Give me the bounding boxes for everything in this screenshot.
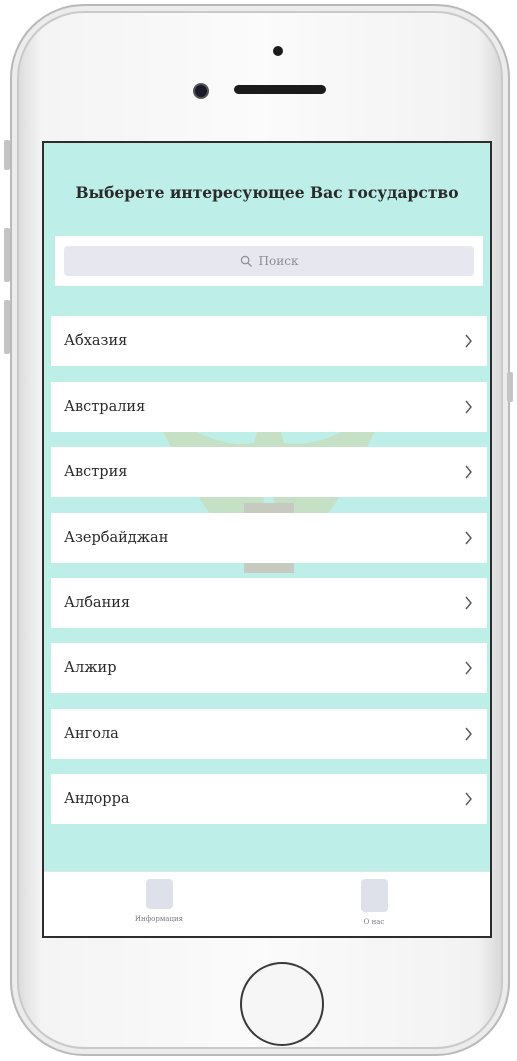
volume-down-button [4, 300, 10, 354]
list-item-label: Абхазия [64, 333, 128, 349]
mute-switch [4, 140, 10, 170]
chevron-right-icon [465, 465, 472, 479]
list-item-label: Алжир [64, 660, 117, 676]
tab-label: Информация [134, 915, 184, 923]
list-item-label: Албания [64, 595, 131, 611]
home-button[interactable] [240, 962, 324, 1046]
page-title: Выберете интересующее Вас государство [75, 183, 459, 202]
list-item[interactable]: Абхазия [51, 316, 487, 366]
list-item[interactable]: Андорра [51, 774, 487, 824]
chevron-right-icon [465, 334, 472, 348]
list-item-label: Андорра [64, 791, 130, 807]
chevron-right-icon [465, 792, 472, 806]
earpiece-speaker [234, 85, 326, 94]
list-item-label: Австралия [64, 399, 146, 415]
chevron-right-icon [465, 596, 472, 610]
list-item-label: Австрия [64, 464, 128, 480]
search-bar: Поиск [55, 236, 483, 286]
info-tab-icon [145, 879, 173, 909]
chevron-right-icon [465, 531, 472, 545]
search-icon [240, 255, 252, 267]
list-item-label: Азербайджан [64, 530, 169, 546]
search-input[interactable]: Поиск [64, 246, 474, 276]
about-tab-icon [360, 879, 388, 912]
list-item[interactable]: Ангола [51, 709, 487, 759]
volume-up-button [4, 228, 10, 282]
chevron-right-icon [465, 727, 472, 741]
tab-about[interactable]: О нас [334, 879, 414, 926]
list-item-label: Ангола [64, 726, 119, 742]
list-item[interactable]: Албания [51, 578, 487, 628]
search-placeholder: Поиск [258, 254, 299, 268]
list-item[interactable]: Азербайджан [51, 513, 487, 563]
power-button [507, 372, 513, 402]
tab-bar: Информация О нас [44, 871, 490, 936]
front-camera [193, 83, 209, 99]
list-item[interactable]: Алжир [51, 643, 487, 693]
tab-information[interactable]: Информация [114, 879, 204, 923]
chevron-right-icon [465, 400, 472, 414]
app-screen: Выберете интересующее Вас государство По… [42, 141, 492, 938]
list-item[interactable]: Австрия [51, 447, 487, 497]
list-item[interactable]: Австралия [51, 382, 487, 432]
tab-label: О нас [363, 918, 385, 926]
proximity-sensor [273, 46, 283, 56]
chevron-right-icon [465, 661, 472, 675]
